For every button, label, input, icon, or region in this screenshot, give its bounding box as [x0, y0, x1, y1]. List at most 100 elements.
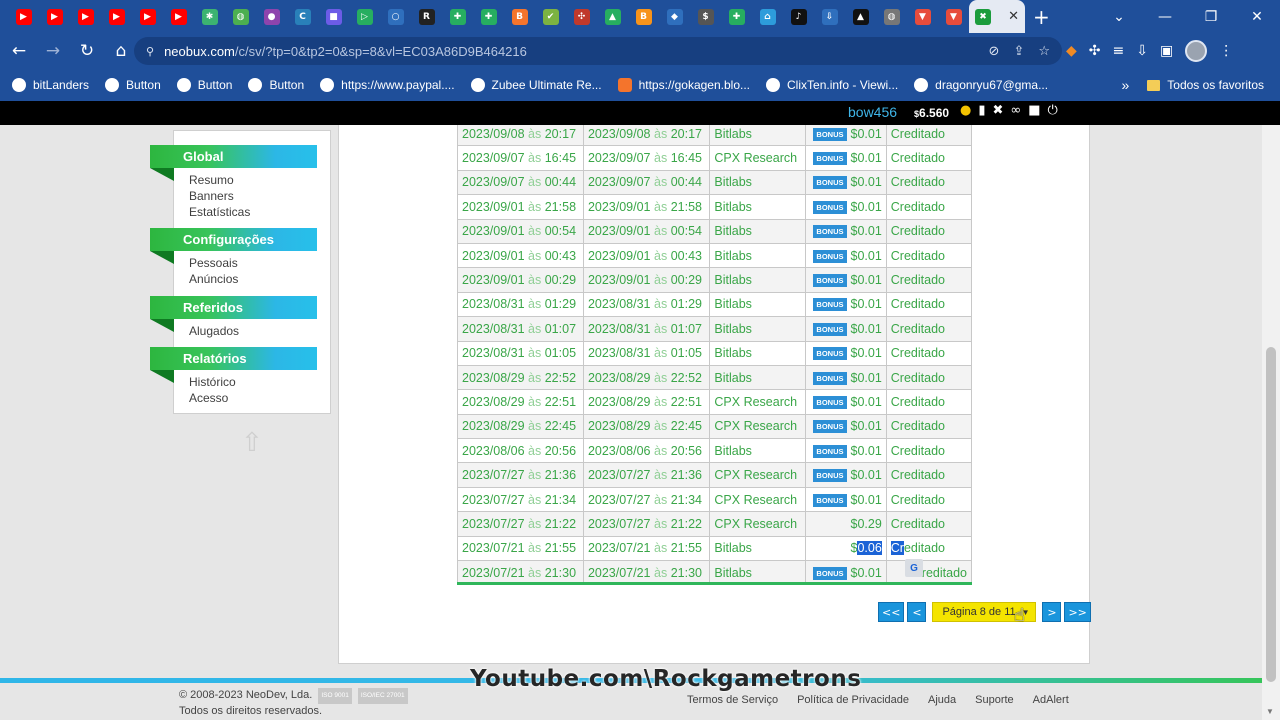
sidebar-item[interactable]: Banners — [189, 189, 234, 203]
sidebar-item[interactable]: Histórico — [189, 375, 236, 389]
active-tab[interactable]: ✖ ✕ — [969, 0, 1025, 33]
browser-tab[interactable]: ◍ — [225, 0, 256, 33]
sidebar-section-2[interactable]: Referidos — [150, 296, 317, 332]
browser-tab[interactable]: ✚ — [721, 0, 752, 33]
bookmark-item[interactable]: Button — [248, 78, 304, 92]
tab-search-icon[interactable]: ⌄ — [1096, 0, 1142, 33]
browser-tab[interactable]: ▶ — [39, 0, 70, 33]
scrollbar[interactable]: ▼ — [1262, 125, 1280, 720]
scroll-down-icon[interactable]: ▼ — [1266, 707, 1274, 716]
sidebar-item[interactable]: Resumo — [189, 173, 234, 187]
scrollbar-thumb[interactable] — [1266, 347, 1276, 682]
profile-avatar[interactable] — [1185, 40, 1208, 62]
last-page-button[interactable]: >> — [1064, 602, 1091, 622]
username-link[interactable]: bow456 — [848, 104, 897, 120]
footer-link[interactable]: Suporte — [975, 694, 1014, 706]
browser-tab[interactable]: ✔ — [535, 0, 566, 33]
sidebar-item[interactable]: Estatísticas — [189, 205, 250, 219]
sidebar-section-1[interactable]: Configurações — [150, 228, 317, 264]
browser-tab[interactable]: B — [504, 0, 535, 33]
stats-icon[interactable]: ▮ — [978, 103, 985, 118]
share-icon[interactable]: ⇪ — [1013, 44, 1024, 59]
menu-kebab-icon[interactable]: ⋮ — [1219, 43, 1233, 59]
browser-tab[interactable]: ⇩ — [814, 0, 845, 33]
close-tab-icon[interactable]: ✕ — [1008, 9, 1019, 24]
restore-button[interactable]: ❐ — [1188, 0, 1234, 33]
sidebar-section-0[interactable]: Global — [150, 145, 317, 181]
back-button[interactable]: ← — [4, 36, 34, 66]
browser-tab[interactable]: ♪ — [783, 0, 814, 33]
bookmark-item[interactable]: dragonryu67@gma... — [914, 78, 1048, 92]
reload-button[interactable]: ↻ — [72, 36, 102, 66]
as-text: às — [654, 492, 668, 507]
browser-tab[interactable]: ✱ — [194, 0, 225, 33]
side-panel-icon[interactable]: ▣ — [1160, 43, 1173, 59]
browser-tab[interactable]: ▶ — [132, 0, 163, 33]
sidebar-section-3[interactable]: Relatórios — [150, 347, 317, 383]
scroll-top-icon[interactable]: ⇧ — [241, 428, 263, 458]
browser-tab[interactable]: ■ — [318, 0, 349, 33]
sidebar-item[interactable]: Acesso — [189, 391, 228, 405]
new-tab-button[interactable]: + — [1033, 5, 1050, 29]
browser-tab[interactable]: ✚ — [442, 0, 473, 33]
sidebar-item[interactable]: Pessoais — [189, 256, 238, 270]
browser-tab[interactable]: ⌂ — [752, 0, 783, 33]
browser-tab[interactable]: ○ — [380, 0, 411, 33]
close-window-button[interactable]: ✕ — [1234, 0, 1280, 33]
more-bookmarks-icon[interactable]: » — [1121, 77, 1129, 93]
browser-tab[interactable]: ◆ — [659, 0, 690, 33]
browser-tab[interactable]: C — [287, 0, 318, 33]
home-button[interactable]: ⌂ — [106, 36, 136, 66]
sidebar-item[interactable]: Alugados — [189, 324, 239, 338]
first-page-button[interactable]: << — [878, 602, 905, 622]
bookmark-item[interactable]: https://gokagen.blo... — [617, 78, 750, 92]
bookmark-item[interactable]: Zubee Ultimate Re... — [470, 78, 602, 92]
bookmark-item[interactable]: Button — [105, 78, 161, 92]
power-icon[interactable]: ⏻ — [1048, 103, 1058, 118]
footer-link[interactable]: Ajuda — [928, 694, 956, 706]
prev-page-button[interactable]: < — [907, 602, 927, 622]
all-bookmarks-link[interactable]: Todos os favoritos — [1167, 78, 1264, 92]
forward-button[interactable]: → — [38, 36, 68, 66]
browser-tab[interactable]: ▶ — [8, 0, 39, 33]
reading-list-icon[interactable]: ≡ — [1113, 43, 1125, 59]
browser-tab[interactable]: ● — [256, 0, 287, 33]
browser-tab[interactable]: ▶ — [163, 0, 194, 33]
browser-tab[interactable]: ◍ — [876, 0, 907, 33]
bookmark-item[interactable]: ClixTen.info - Viewi... — [766, 78, 898, 92]
eye-off-icon[interactable]: ⊘ — [989, 44, 1000, 59]
minimize-button[interactable]: — — [1142, 0, 1188, 33]
footer-link[interactable]: Política de Privacidade — [797, 694, 909, 706]
address-bar[interactable]: ⚲ neobux.com /c/sv/?tp=0&tp2=0&sp=8&vl=E… — [134, 37, 1062, 65]
bookmark-item[interactable]: https://www.paypal.... — [320, 78, 455, 92]
browser-tab[interactable]: ▶ — [101, 0, 132, 33]
site-info-icon[interactable]: ⚲ — [146, 45, 154, 58]
browser-tab[interactable]: ▲ — [597, 0, 628, 33]
browser-tab[interactable]: ✣ — [566, 0, 597, 33]
footer-link[interactable]: AdAlert — [1033, 694, 1069, 706]
bookmark-star-icon[interactable]: ☆ — [1038, 44, 1050, 59]
extensions-puzzle-icon[interactable]: ✣ — [1089, 43, 1101, 59]
link-icon[interactable]: ∞ — [1010, 103, 1021, 118]
browser-tab[interactable]: ▼ — [907, 0, 938, 33]
browser-tab[interactable]: ▼ — [938, 0, 969, 33]
browser-tab[interactable]: ▷ — [349, 0, 380, 33]
tools-icon[interactable]: ✖ — [993, 103, 1004, 118]
bookmark-item[interactable]: Button — [176, 78, 232, 92]
bookmark-item[interactable]: bitLanders — [12, 78, 89, 92]
user-icon[interactable]: ● — [960, 103, 971, 118]
browser-tab[interactable]: R — [411, 0, 442, 33]
browser-tab[interactable]: B — [628, 0, 659, 33]
browser-tab[interactable]: $ — [690, 0, 721, 33]
footer-link[interactable]: Termos de Serviço — [687, 694, 778, 706]
metamask-icon[interactable]: ◆ — [1066, 43, 1077, 59]
download-icon[interactable]: ⇩ — [1136, 43, 1148, 59]
lock-icon[interactable]: ■ — [1028, 103, 1040, 118]
browser-tab[interactable]: ▶ — [70, 0, 101, 33]
status-selected-part: Cr — [890, 541, 904, 556]
browser-tab[interactable]: ✚ — [473, 0, 504, 33]
next-page-button[interactable]: > — [1042, 602, 1062, 622]
browser-tab[interactable]: ▲ — [845, 0, 876, 33]
sidebar-item[interactable]: Anúncios — [189, 272, 238, 286]
google-translate-icon[interactable]: G — [905, 559, 923, 577]
